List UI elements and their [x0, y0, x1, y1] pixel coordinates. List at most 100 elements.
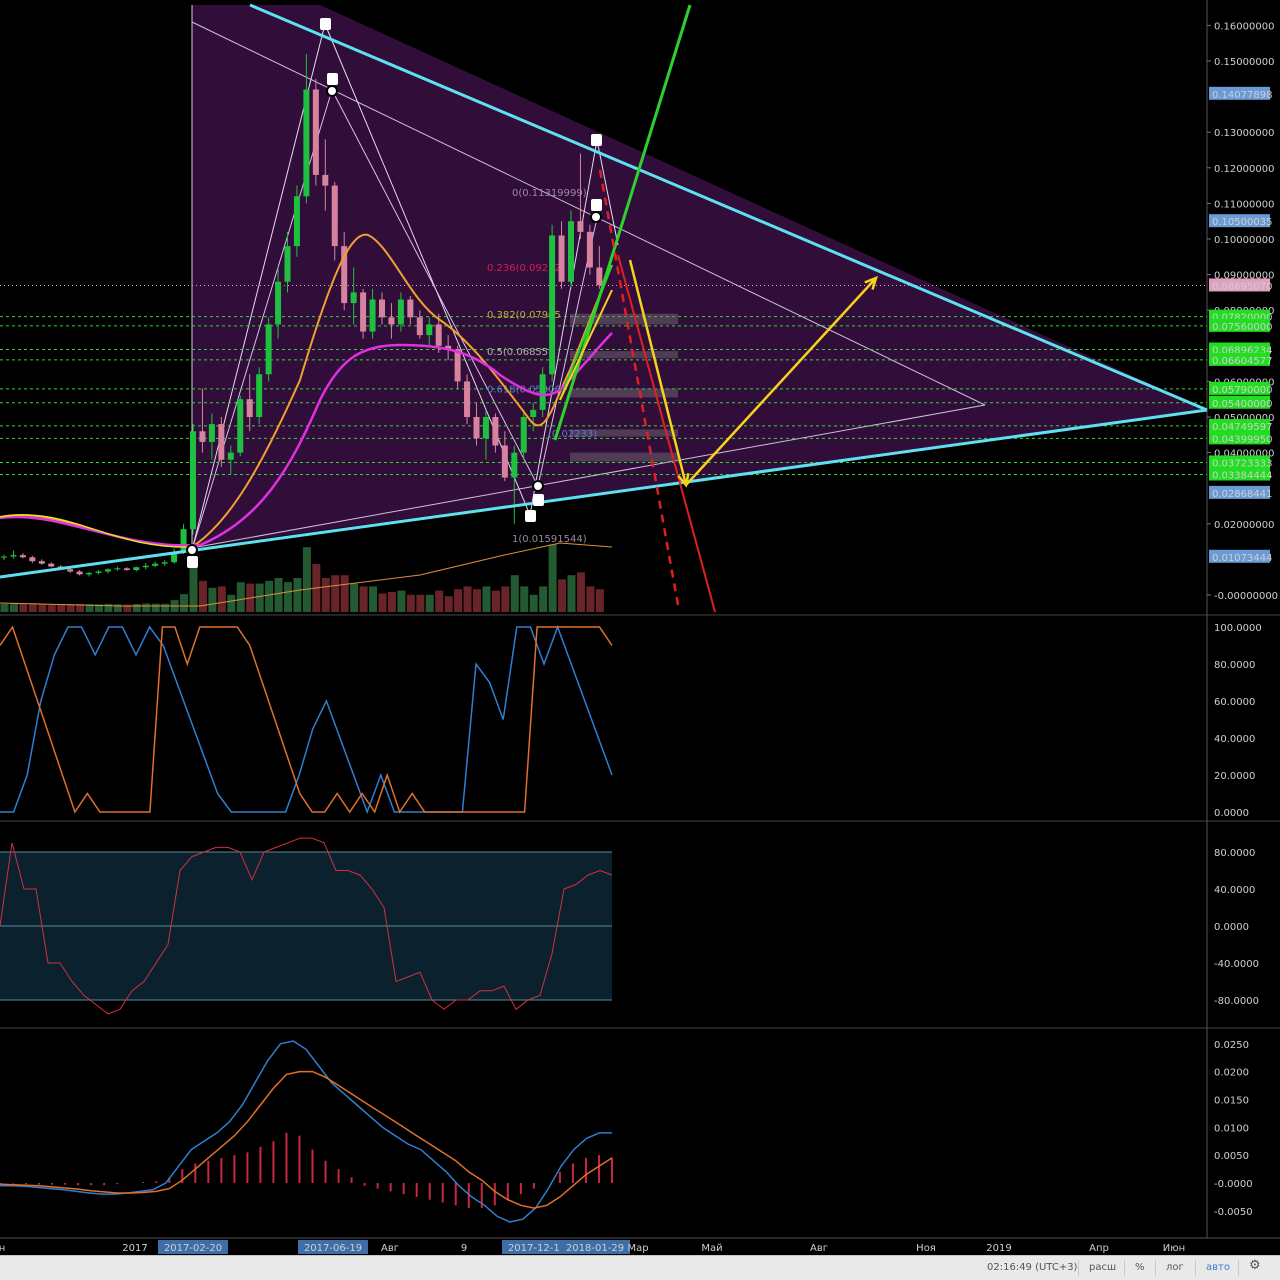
pattern-point-marker: [525, 510, 536, 522]
pattern-point-marker: [187, 556, 198, 568]
time-tick-label: 2017-02-20: [164, 1243, 222, 1254]
cci-tick-label: -80.0000: [1214, 996, 1259, 1007]
volume-bar: [359, 586, 368, 612]
candle-body: [208, 424, 215, 442]
volume-bar: [567, 575, 576, 612]
candle-body: [246, 399, 253, 417]
time-tick-label: Ноя: [916, 1243, 936, 1254]
candle-body: [596, 267, 603, 286]
volume-bar: [255, 583, 264, 612]
candle-body: [256, 374, 263, 417]
candle-body: [76, 571, 83, 575]
volume-bar: [482, 586, 491, 612]
volume-bar: [520, 586, 529, 612]
price-label: 0.05790000: [1212, 385, 1272, 396]
cci-tick-label: -40.0000: [1214, 959, 1259, 970]
price-tick-label: 0.10000000: [1214, 235, 1274, 246]
volume-bar: [491, 590, 500, 612]
volume-bar: [217, 586, 226, 612]
candle-body: [133, 567, 140, 571]
volume-bar: [558, 579, 567, 612]
trading-chart[interactable]: 0(0.11319999)0.236(0.092120.382(0.079050…: [0, 0, 1280, 1255]
volume-bar: [378, 593, 387, 612]
candle-body: [539, 374, 546, 410]
price-label: 0.03384444: [1212, 471, 1272, 482]
cci-tick-label: 40.0000: [1214, 885, 1255, 896]
price-tick-label: 0.02000000: [1214, 520, 1274, 531]
candle-body: [237, 399, 244, 453]
candle-body: [577, 221, 584, 232]
ma-yellow-line: [0, 514, 196, 548]
time-tick-label: Май: [701, 1243, 722, 1254]
settings-gear-icon[interactable]: ⚙: [1249, 1259, 1261, 1273]
candle-body: [1, 556, 7, 558]
log-scale-button[interactable]: лог: [1166, 1261, 1184, 1275]
price-tick-label: 0.11000000: [1214, 199, 1274, 210]
volume-bar: [548, 544, 557, 612]
candle-body: [227, 452, 234, 460]
macd-tick-label: 0.0200: [1214, 1068, 1249, 1079]
candle-body: [331, 185, 338, 247]
price-label: 0.07560000: [1212, 322, 1272, 333]
candle-body: [482, 417, 489, 439]
macd-tick-label: 0.0050: [1214, 1151, 1249, 1162]
pattern-pivot-marker: [532, 480, 544, 492]
fib-label: 0(0.11319999): [512, 188, 587, 199]
candle-body: [435, 324, 442, 346]
volume-bar: [369, 586, 378, 612]
volume-bar: [397, 590, 406, 612]
volume-bar: [9, 602, 18, 612]
candle-body: [218, 424, 225, 460]
price-label: 0.08695070: [1212, 281, 1272, 292]
volume-bar: [132, 604, 141, 612]
candle-body: [190, 431, 196, 530]
price-tick-label: 0.15000000: [1214, 57, 1274, 68]
volume-bar: [321, 578, 330, 612]
volume-bar: [189, 562, 198, 612]
candle-body: [303, 89, 310, 197]
volume-bar: [350, 583, 359, 612]
volume-bar: [302, 547, 311, 612]
cci-pane: 80.0000 40.0000 0.0000 -40.0000 -80.0000: [0, 837, 1259, 1015]
volume-bar: [595, 589, 604, 612]
price-label: 0.02868441: [1212, 489, 1272, 500]
price-tick-label: 0.12000000: [1214, 164, 1274, 175]
volume-bar: [293, 578, 302, 612]
fib-label: 1(0.01591544): [512, 534, 587, 545]
stochastic-pane: 100.0000 80.0000 60.0000 40.0000 20.0000 0.00…: [0, 623, 1262, 819]
time-tick-label: 2018-01-29: [566, 1243, 624, 1254]
candle-body: [473, 417, 480, 439]
pattern-point-marker: [533, 494, 544, 506]
candle-body: [10, 555, 17, 557]
price-label: 0.14077898: [1212, 90, 1272, 101]
time-tick-label: Июн: [1163, 1243, 1185, 1254]
candle-body: [379, 299, 385, 318]
volume-bar: [236, 582, 245, 612]
candle-body: [369, 299, 376, 332]
fib-zone: [570, 351, 678, 359]
fib-zone: [570, 313, 678, 325]
volume-bar: [0, 603, 9, 612]
candle-body: [29, 557, 36, 562]
stoch-tick-label: 40.0000: [1214, 734, 1255, 745]
stoch-tick-label: 100.0000: [1214, 623, 1262, 634]
volume-bar: [57, 604, 66, 612]
volume-bar: [463, 586, 472, 612]
auto-scale-button[interactable]: авто: [1206, 1261, 1230, 1275]
candle-body: [454, 349, 461, 382]
pattern-point-marker: [591, 134, 602, 146]
stoch-k-line: [0, 624, 613, 815]
price-tick-label: 0.16000000: [1214, 21, 1274, 32]
macd-tick-label: -0.0000: [1214, 1179, 1253, 1190]
volume-bar: [104, 603, 113, 612]
candle-body: [520, 417, 527, 453]
percent-scale-button[interactable]: %: [1135, 1261, 1145, 1275]
candle-body: [161, 562, 168, 564]
time-tick-label: 2017-12-11: [508, 1243, 566, 1254]
price-label: 0.05400000: [1212, 399, 1272, 410]
volume-bar: [227, 594, 236, 612]
volume-bar: [265, 580, 274, 612]
extended-hours-button[interactable]: расш: [1089, 1261, 1116, 1275]
volume-bar: [510, 575, 519, 612]
candle-body: [48, 563, 55, 567]
